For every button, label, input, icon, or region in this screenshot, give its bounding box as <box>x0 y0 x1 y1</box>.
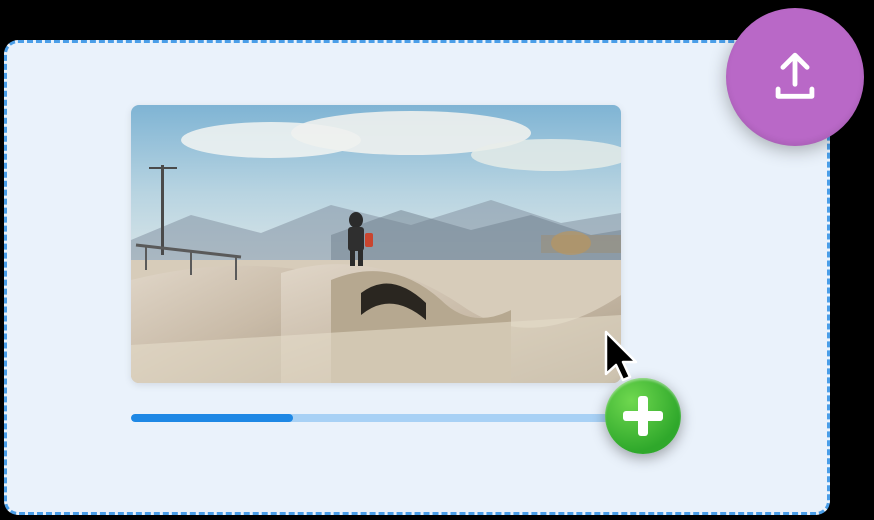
upload-progress-bar <box>131 414 621 422</box>
video-thumbnail-image <box>131 105 621 383</box>
upload-button[interactable] <box>726 8 864 146</box>
upload-dropzone[interactable] <box>4 40 830 515</box>
upload-progress-fill <box>131 414 293 422</box>
video-thumbnail[interactable] <box>131 105 621 383</box>
upload-icon <box>766 48 824 106</box>
add-button[interactable] <box>605 378 681 454</box>
